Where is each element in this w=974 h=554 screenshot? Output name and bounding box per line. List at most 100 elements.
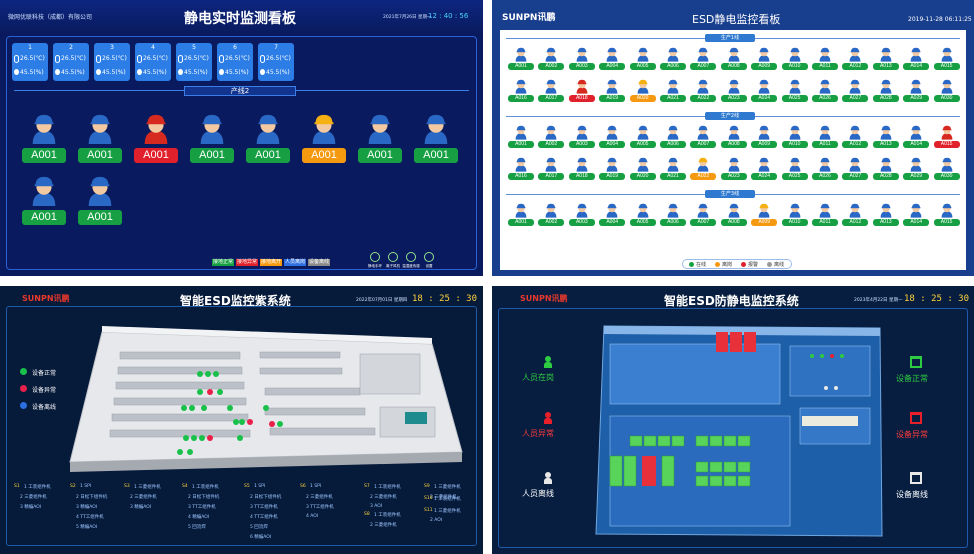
- worker-code-badge[interactable]: A018: [568, 95, 595, 102]
- equipment-status-dot[interactable]: [217, 389, 223, 395]
- worker-code-badge[interactable]: A009: [751, 141, 778, 148]
- equipment-status-dot[interactable]: [263, 405, 269, 411]
- worker-code-badge[interactable]: A009: [751, 219, 778, 226]
- equipment-item[interactable]: 1 SPI: [310, 484, 321, 489]
- equipment-item[interactable]: 2 日松下组件机: [188, 494, 219, 500]
- worker-code-badge[interactable]: A029: [903, 173, 930, 180]
- worker-status-badge[interactable]: A001: [190, 148, 234, 163]
- worker-code-badge[interactable]: A030: [933, 173, 960, 180]
- equipment-item[interactable]: 2 AOI: [430, 518, 442, 523]
- worker-code-badge[interactable]: A029: [903, 95, 930, 102]
- worker-code-badge[interactable]: A011: [812, 219, 838, 226]
- equipment-item[interactable]: 3 精编AOI: [76, 504, 97, 510]
- worker-code-badge[interactable]: A007: [690, 63, 717, 70]
- worker-code-badge[interactable]: A006: [660, 63, 686, 70]
- worker-code-badge[interactable]: A010: [781, 63, 808, 70]
- worker-code-badge[interactable]: A026: [812, 95, 838, 102]
- worker-code-badge[interactable]: A030: [933, 95, 960, 102]
- equipment-item[interactable]: 3 TT工组件机: [306, 504, 334, 510]
- worker-code-badge[interactable]: A001: [508, 219, 534, 226]
- factory-3d-map[interactable]: [60, 312, 480, 487]
- worker-code-badge[interactable]: A012: [842, 63, 869, 70]
- worker-code-badge[interactable]: A017: [538, 173, 565, 180]
- equipment-item[interactable]: 1 工装组件机: [434, 496, 461, 502]
- worker-code-badge[interactable]: A016: [508, 173, 534, 180]
- worker-code-badge[interactable]: A014: [903, 219, 930, 226]
- equipment-item[interactable]: 3 精编AOI: [130, 504, 151, 510]
- equipment-item[interactable]: 2 日松下组件机: [76, 494, 107, 500]
- equipment-status-dot[interactable]: [227, 405, 233, 411]
- worker-code-badge[interactable]: A019: [599, 95, 626, 102]
- worker-code-badge[interactable]: A005: [629, 141, 656, 148]
- worker-code-badge[interactable]: A009: [751, 63, 778, 70]
- worker-code-badge[interactable]: A024: [751, 173, 778, 180]
- equipment-item[interactable]: 3 TT工组件机: [250, 504, 278, 510]
- footer-nav-icon[interactable]: [388, 252, 398, 262]
- worker-code-badge[interactable]: A023: [720, 173, 747, 180]
- worker-status-badge[interactable]: A001: [22, 210, 66, 225]
- worker-code-badge[interactable]: A025: [781, 95, 808, 102]
- equipment-item[interactable]: 3 AOI: [370, 504, 382, 509]
- footer-nav-icon[interactable]: [424, 252, 434, 262]
- worker-code-badge[interactable]: A014: [903, 141, 930, 148]
- equipment-item[interactable]: 2 三菱组件机: [370, 494, 397, 500]
- worker-status-badge[interactable]: A001: [22, 148, 66, 163]
- worker-code-badge[interactable]: A022: [690, 173, 717, 180]
- worker-code-badge[interactable]: A001: [508, 63, 534, 70]
- equipment-status-dot[interactable]: [189, 405, 195, 411]
- equipment-status-dot[interactable]: [181, 405, 187, 411]
- equipment-status-dot[interactable]: [207, 389, 213, 395]
- worker-code-badge[interactable]: A002: [538, 141, 565, 148]
- worker-code-badge[interactable]: A012: [842, 219, 869, 226]
- worker-code-badge[interactable]: A003: [568, 141, 595, 148]
- equipment-status-dot[interactable]: [269, 421, 275, 427]
- equipment-status-dot[interactable]: [277, 421, 283, 427]
- worker-code-badge[interactable]: A024: [751, 95, 778, 102]
- worker-code-badge[interactable]: A018: [568, 173, 595, 180]
- equipment-item[interactable]: 5 回流焊: [188, 524, 206, 530]
- equipment-item[interactable]: 5 回流焊: [250, 524, 268, 530]
- worker-code-badge[interactable]: A015: [933, 219, 960, 226]
- equipment-item[interactable]: 1 工装组件机: [374, 512, 401, 518]
- worker-code-badge[interactable]: A004: [599, 219, 626, 226]
- worker-code-badge[interactable]: A006: [660, 219, 686, 226]
- worker-code-badge[interactable]: A020: [629, 173, 656, 180]
- equipment-item[interactable]: 4 AOI: [306, 514, 318, 519]
- worker-status-badge[interactable]: A001: [414, 148, 458, 163]
- equipment-item[interactable]: 5 精编AOI: [76, 524, 97, 530]
- worker-code-badge[interactable]: A015: [933, 141, 960, 148]
- equipment-item[interactable]: 3 TT工组件机: [188, 504, 216, 510]
- worker-code-badge[interactable]: A010: [781, 141, 808, 148]
- worker-status-badge[interactable]: A001: [78, 210, 122, 225]
- footer-nav-icon[interactable]: [406, 252, 416, 262]
- worker-code-badge[interactable]: A021: [660, 173, 686, 180]
- equipment-item[interactable]: 1 工装组件机: [24, 484, 51, 490]
- worker-code-badge[interactable]: A013: [872, 63, 899, 70]
- worker-code-badge[interactable]: A006: [660, 141, 686, 148]
- worker-code-badge[interactable]: A020: [629, 95, 656, 102]
- worker-code-badge[interactable]: A028: [872, 173, 899, 180]
- worker-code-badge[interactable]: A013: [872, 141, 899, 148]
- worker-code-badge[interactable]: A011: [812, 63, 838, 70]
- equipment-item[interactable]: 4 精编AOI: [188, 514, 209, 520]
- equipment-status-dot[interactable]: [213, 371, 219, 377]
- equipment-item[interactable]: 1 工装组件机: [192, 484, 219, 490]
- equipment-status-dot[interactable]: [177, 449, 183, 455]
- worker-status-badge[interactable]: A001: [358, 148, 402, 163]
- equipment-item[interactable]: 1 三菱组件机: [434, 508, 461, 514]
- worker-code-badge[interactable]: A007: [690, 219, 717, 226]
- worker-code-badge[interactable]: A007: [690, 141, 717, 148]
- equipment-item[interactable]: 2 三菱组件机: [130, 494, 157, 500]
- worker-code-badge[interactable]: A002: [538, 63, 565, 70]
- worker-code-badge[interactable]: A017: [538, 95, 565, 102]
- worker-code-badge[interactable]: A008: [720, 219, 747, 226]
- equipment-item[interactable]: 1 SPI: [80, 484, 91, 489]
- worker-status-badge[interactable]: A001: [302, 148, 346, 163]
- equipment-status-dot[interactable]: [187, 449, 193, 455]
- worker-code-badge[interactable]: A013: [872, 219, 899, 226]
- worker-code-badge[interactable]: A015: [933, 63, 960, 70]
- worker-code-badge[interactable]: A019: [599, 173, 626, 180]
- equipment-status-dot[interactable]: [201, 405, 207, 411]
- equipment-status-dot[interactable]: [191, 435, 197, 441]
- equipment-item[interactable]: 1 三菱组件机: [434, 484, 461, 490]
